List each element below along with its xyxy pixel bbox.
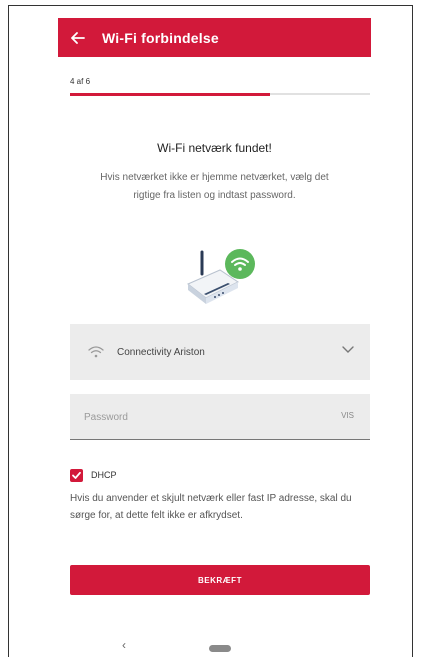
nav-home-button[interactable] bbox=[209, 645, 231, 652]
app-bar: Wi-Fi forbindelse bbox=[58, 18, 371, 57]
page-title: Wi-Fi forbindelse bbox=[102, 29, 219, 46]
network-select[interactable]: Connectivity Ariston bbox=[70, 324, 370, 380]
router-icon bbox=[187, 249, 255, 304]
nav-back-button[interactable]: ‹ bbox=[122, 638, 126, 652]
arrow-left-icon bbox=[71, 32, 85, 45]
password-field: VIS bbox=[70, 394, 370, 440]
wifi-icon bbox=[88, 346, 104, 358]
confirm-button[interactable]: BEKRÆFT bbox=[70, 565, 370, 595]
progress-bar-fill bbox=[70, 92, 271, 96]
password-input[interactable] bbox=[70, 394, 326, 440]
dhcp-checkbox[interactable] bbox=[70, 469, 83, 482]
show-password-toggle[interactable]: VIS bbox=[341, 411, 354, 420]
chevron-down-icon bbox=[342, 346, 354, 353]
selected-network-label: Connectivity Ariston bbox=[117, 346, 205, 358]
dhcp-label: DHCP bbox=[91, 470, 117, 480]
back-button[interactable] bbox=[58, 18, 98, 57]
instruction-text: Hvis netværket ikke er hjemme netværket,… bbox=[100, 172, 329, 201]
step-indicator: 4 af 6 bbox=[70, 77, 91, 86]
dhcp-info-text: Hvis du anvender et skjult netværk eller… bbox=[70, 493, 352, 521]
checkmark-icon bbox=[72, 471, 81, 479]
section-heading: Wi-Fi netværk fundet! bbox=[157, 141, 272, 155]
progress-bar bbox=[70, 92, 370, 96]
app-screen: Wi-Fi forbindelse 4 af 6 Wi-Fi netværk f… bbox=[58, 18, 371, 661]
